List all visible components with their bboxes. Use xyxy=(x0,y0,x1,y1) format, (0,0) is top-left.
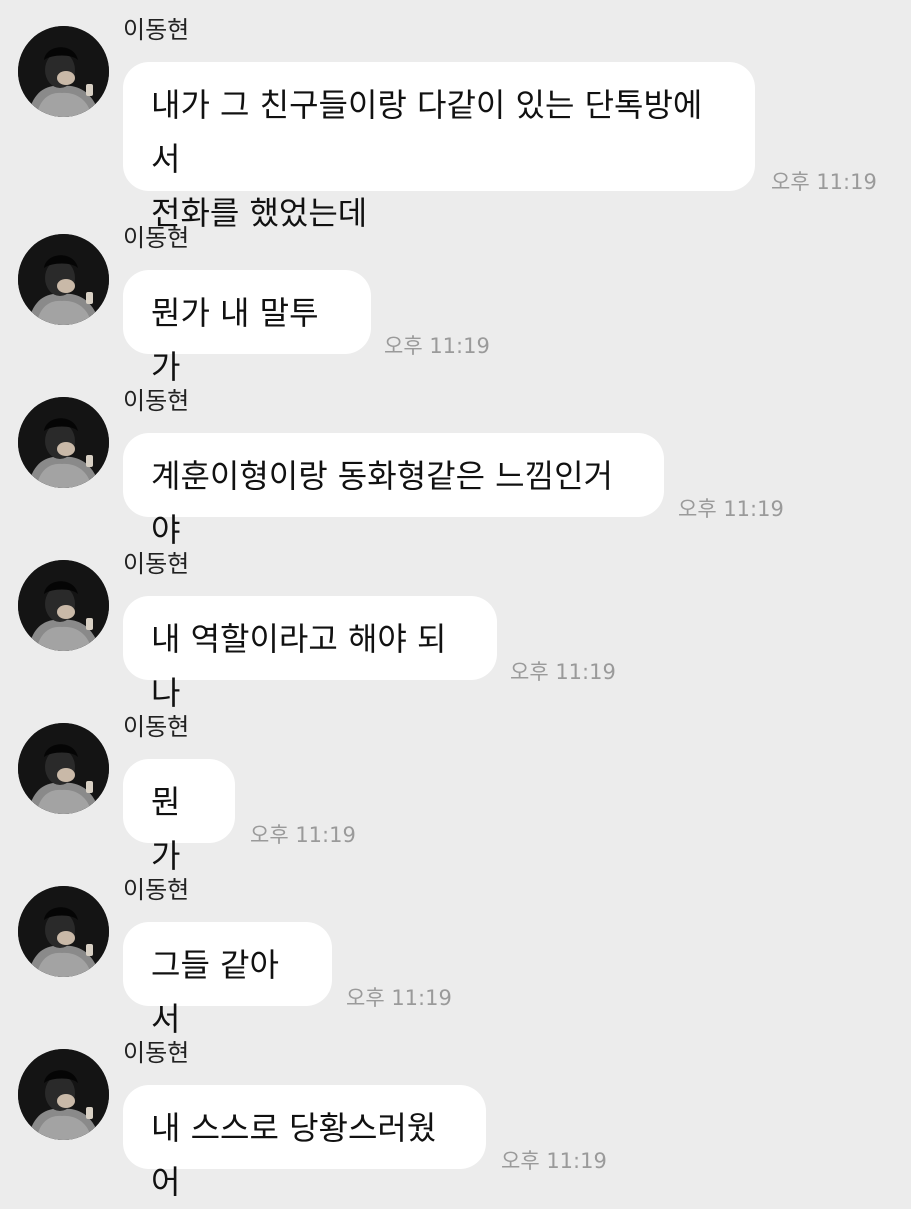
sender-name: 이동현 xyxy=(123,550,190,578)
message-text: 계훈이형이랑 동화형같은 느낌인거야 xyxy=(151,457,613,549)
profile-avatar[interactable] xyxy=(18,1049,109,1140)
sender-name: 이동현 xyxy=(123,16,190,44)
sender-name: 이동현 xyxy=(123,713,190,741)
profile-avatar[interactable] xyxy=(18,560,109,651)
profile-avatar[interactable] xyxy=(18,234,109,325)
profile-avatar[interactable] xyxy=(18,397,109,488)
sender-name: 이동현 xyxy=(123,387,190,415)
sender-name: 이동현 xyxy=(123,1039,190,1067)
message-text: 뭔가 xyxy=(151,783,181,875)
message-timestamp: 오후 11:19 xyxy=(510,660,616,684)
message-bubble[interactable]: 내 스스로 당황스러웠어 xyxy=(123,1085,486,1201)
message-bubble[interactable]: 계훈이형이랑 동화형같은 느낌인거야 xyxy=(123,433,664,549)
message-bubble[interactable]: 뭔가 내 말투가 xyxy=(123,270,371,386)
message-bubble[interactable]: 내 역할이라고 해야 되나 xyxy=(123,596,497,712)
message-text: 전화를 했었는데 xyxy=(151,194,368,232)
profile-avatar[interactable] xyxy=(18,723,109,814)
message-text: 내 역할이라고 해야 되나 xyxy=(151,620,447,712)
message-bubble[interactable]: 그들 같아서 xyxy=(123,922,332,1038)
profile-avatar[interactable] xyxy=(18,26,109,117)
message-timestamp: 오후 11:19 xyxy=(501,1149,607,1173)
message-text: 내가 그 친구들이랑 다같이 있는 단톡방에서 xyxy=(151,86,703,178)
sender-name: 이동현 xyxy=(123,876,190,904)
message-timestamp: 오후 11:19 xyxy=(771,170,877,194)
message-timestamp: 오후 11:19 xyxy=(250,823,356,847)
message-text: 내 스스로 당황스러웠어 xyxy=(151,1109,437,1201)
profile-avatar[interactable] xyxy=(18,886,109,977)
message-timestamp: 오후 11:19 xyxy=(346,986,452,1010)
message-bubble[interactable]: 내가 그 친구들이랑 다같이 있는 단톡방에서 전화를 했었는데 xyxy=(123,62,755,232)
message-timestamp: 오후 11:19 xyxy=(384,334,490,358)
sender-name: 이동현 xyxy=(123,224,190,252)
message-text: 뭔가 내 말투가 xyxy=(151,294,319,386)
message-timestamp: 오후 11:19 xyxy=(678,497,784,521)
message-text: 그들 같아서 xyxy=(151,946,279,1038)
message-bubble[interactable]: 뭔가 xyxy=(123,759,235,875)
